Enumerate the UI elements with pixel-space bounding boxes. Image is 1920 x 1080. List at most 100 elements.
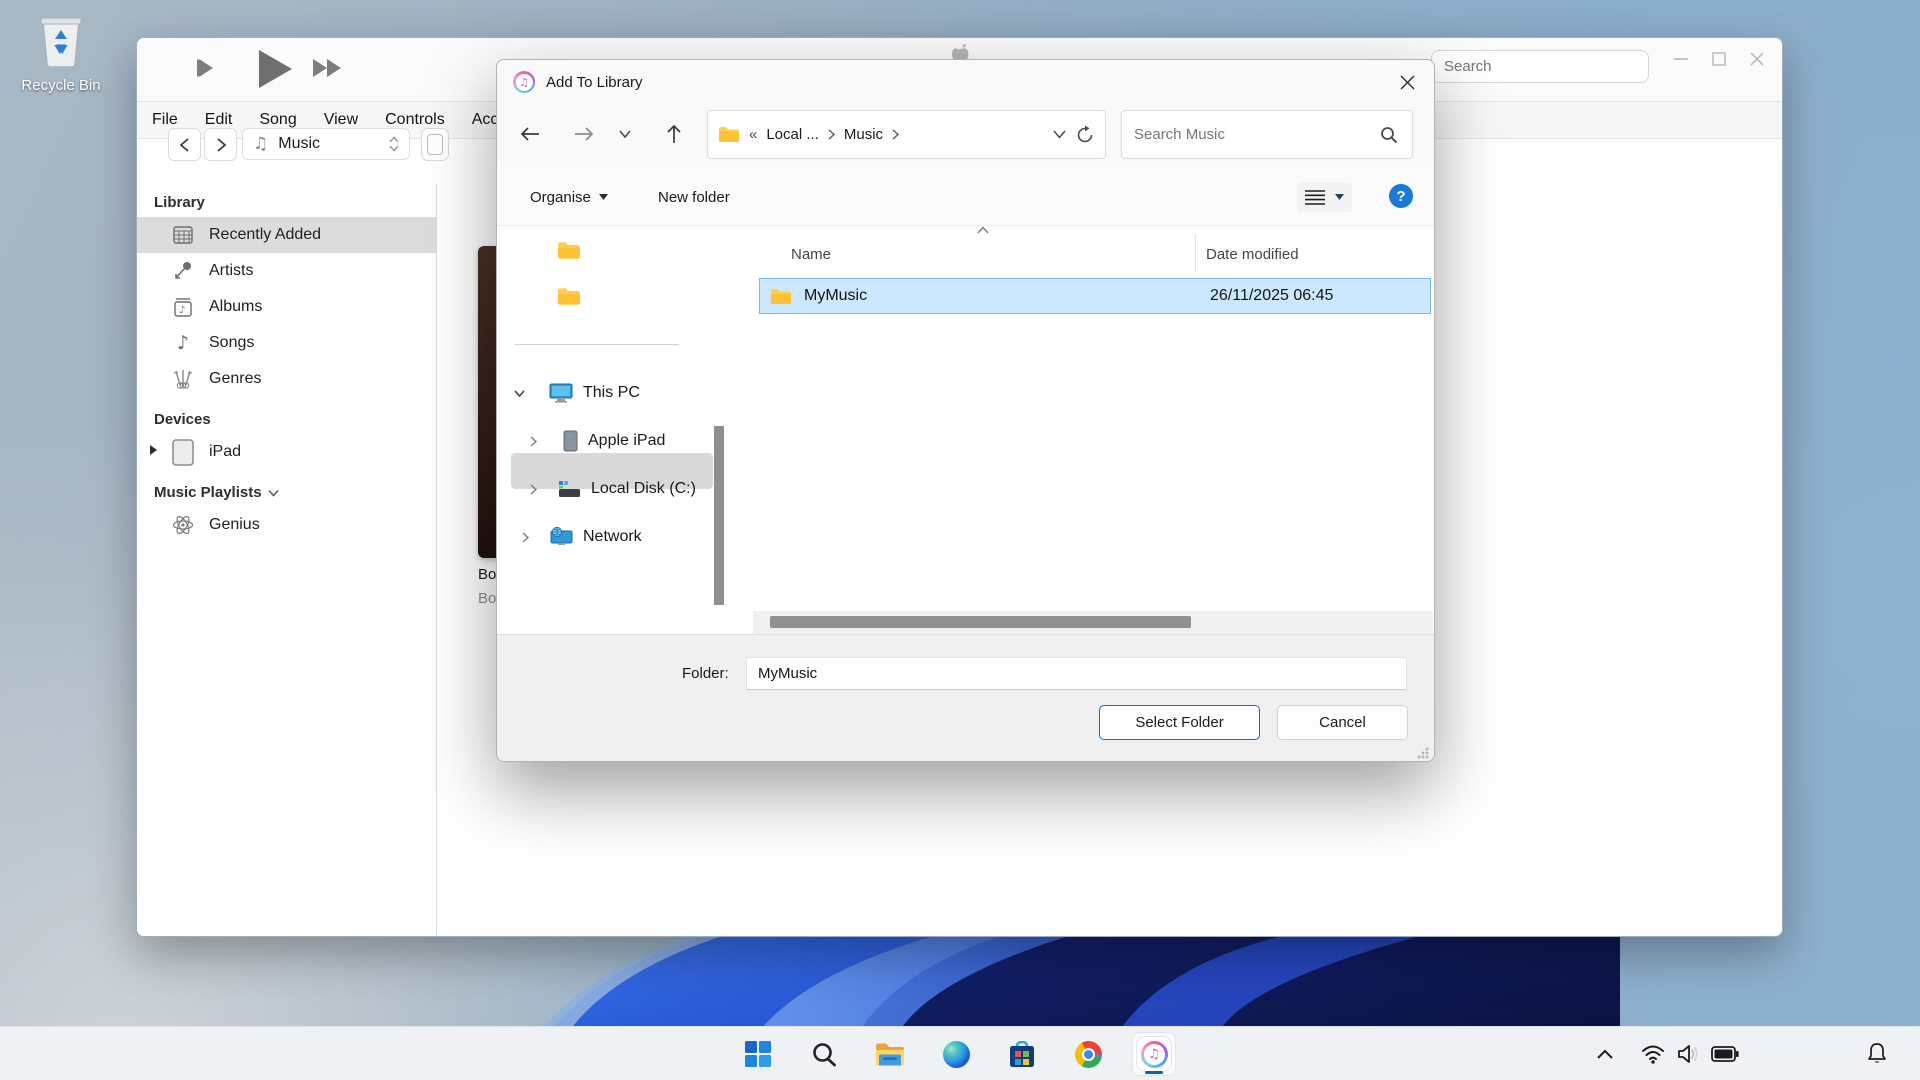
- media-picker-value: Music: [278, 135, 320, 153]
- sidebar-item-artists[interactable]: Artists: [137, 253, 436, 289]
- music-playlists-label: Music Playlists: [154, 484, 262, 501]
- breadcrumb-item-music[interactable]: Music: [844, 126, 883, 143]
- tree-item-this-pc[interactable]: This PC: [497, 375, 753, 411]
- menu-file[interactable]: File: [152, 111, 178, 129]
- chevron-down-icon[interactable]: [268, 489, 279, 497]
- sidebar-item-genres[interactable]: Genres: [137, 361, 436, 397]
- itunes-icon: ♫: [1137, 1037, 1171, 1071]
- disclosure-triangle-icon[interactable]: [149, 443, 158, 461]
- album-artist: Bo: [478, 590, 496, 607]
- file-explorer-icon: [875, 1041, 905, 1067]
- organise-label: Organise: [530, 189, 591, 206]
- minimize-button[interactable]: [1670, 48, 1692, 70]
- battery-icon: [1710, 1039, 1740, 1069]
- close-button[interactable]: [1746, 48, 1768, 70]
- view-options-button[interactable]: [1297, 182, 1352, 212]
- store-icon: [1009, 1041, 1035, 1068]
- cancel-button[interactable]: Cancel: [1277, 705, 1408, 740]
- fast-forward-button[interactable]: [313, 57, 343, 79]
- dialog-close-button[interactable]: [1392, 68, 1422, 96]
- store-button[interactable]: [1000, 1032, 1044, 1076]
- new-folder-button[interactable]: New folder: [650, 182, 738, 212]
- tree-scrollbar[interactable]: [714, 426, 724, 605]
- breadcrumb-item-local[interactable]: Local ...: [766, 126, 819, 143]
- chevron-collapsed-icon[interactable]: [525, 484, 541, 495]
- sidebar-item-genius[interactable]: Genius: [137, 507, 436, 543]
- nav-forward-button[interactable]: [566, 116, 602, 152]
- device-button[interactable]: [421, 128, 449, 161]
- dialog-body: This PC Apple iPad: [497, 226, 1434, 634]
- help-button[interactable]: ?: [1389, 184, 1413, 208]
- tree-label: This PC: [583, 384, 640, 402]
- nav-back-button[interactable]: [512, 116, 548, 152]
- maximize-button[interactable]: [1708, 48, 1730, 70]
- chevron-expanded-icon[interactable]: [511, 390, 527, 397]
- recycle-bin[interactable]: Recycle Bin: [16, 12, 106, 94]
- rewind-button[interactable]: [197, 57, 227, 79]
- sidebar-item-songs[interactable]: ♪ Songs: [137, 325, 436, 361]
- resize-grip[interactable]: [1417, 747, 1429, 759]
- column-separator[interactable]: [1195, 234, 1196, 272]
- refresh-icon[interactable]: [1075, 125, 1095, 145]
- breadcrumb-overflow[interactable]: «: [749, 126, 757, 143]
- itunes-search-input[interactable]: [1431, 50, 1649, 83]
- tray-status-group[interactable]: [1638, 1039, 1740, 1069]
- folder-name-input[interactable]: [746, 657, 1407, 690]
- horizontal-scrollbar[interactable]: [753, 611, 1433, 634]
- scrollbar-thumb[interactable]: [770, 616, 1191, 628]
- recent-locations-chevron[interactable]: [610, 116, 640, 152]
- breadcrumb[interactable]: « Local ... Music: [707, 110, 1106, 159]
- new-folder-label: New folder: [658, 189, 730, 206]
- organise-button[interactable]: Organise: [522, 182, 616, 212]
- dropdown-caret-icon: [1335, 194, 1344, 200]
- menu-edit[interactable]: Edit: [205, 111, 233, 129]
- devices-header: Devices: [137, 397, 436, 434]
- address-dropdown-chevron[interactable]: [1053, 130, 1066, 139]
- search-icon[interactable]: [1380, 126, 1398, 144]
- column-date-modified[interactable]: Date modified: [1206, 246, 1299, 263]
- notification-bell-icon[interactable]: [1862, 1039, 1892, 1069]
- back-button[interactable]: [168, 128, 201, 161]
- menu-controls[interactable]: Controls: [385, 111, 445, 129]
- chevron-collapsed-icon[interactable]: [525, 436, 541, 447]
- play-button[interactable]: [256, 49, 294, 89]
- itunes-button[interactable]: ♫: [1132, 1032, 1176, 1076]
- tray-chevron-up-icon[interactable]: [1590, 1039, 1620, 1069]
- file-explorer-button[interactable]: [868, 1032, 912, 1076]
- start-button[interactable]: [736, 1032, 780, 1076]
- sidebar-item-label: Albums: [209, 298, 262, 316]
- edge-icon: [943, 1041, 970, 1068]
- file-row-mymusic[interactable]: MyMusic 26/11/2025 06:45: [759, 278, 1431, 314]
- file-name: MyMusic: [804, 287, 867, 305]
- tree-item-folder[interactable]: [497, 278, 753, 314]
- recently-added-icon: [171, 226, 195, 244]
- dialog-search-input[interactable]: [1134, 111, 1364, 158]
- taskbar-search-button[interactable]: [802, 1032, 846, 1076]
- genres-icon: [171, 369, 195, 389]
- media-picker[interactable]: ♫ Music: [242, 128, 410, 160]
- sidebar-item-label: Genius: [209, 516, 260, 534]
- chevron-collapsed-icon[interactable]: [517, 532, 533, 543]
- library-header: Library: [137, 184, 436, 217]
- dialog-search-box[interactable]: [1121, 110, 1413, 159]
- sidebar-item-recently-added[interactable]: Recently Added: [137, 217, 436, 253]
- sidebar-item-label: Artists: [209, 262, 253, 280]
- song-note-icon: ♪: [171, 332, 195, 354]
- chrome-button[interactable]: [1066, 1032, 1110, 1076]
- sidebar-item-ipad[interactable]: iPad: [137, 434, 436, 470]
- file-date: 26/11/2025 06:45: [1210, 287, 1333, 305]
- tree-item-folder[interactable]: [497, 232, 753, 268]
- edge-button[interactable]: [934, 1032, 978, 1076]
- menu-song[interactable]: Song: [259, 111, 296, 129]
- nav-up-button[interactable]: [656, 116, 692, 152]
- select-folder-button[interactable]: Select Folder: [1099, 705, 1260, 740]
- desktop: Recycle Bin File: [0, 0, 1920, 1080]
- forward-button[interactable]: [204, 128, 237, 161]
- album-icon: ♪: [171, 297, 195, 317]
- sidebar-item-albums[interactable]: ♪ Albums: [137, 289, 436, 325]
- folder-icon: [557, 287, 581, 306]
- menu-view[interactable]: View: [324, 111, 358, 129]
- tree-label: Apple iPad: [588, 432, 665, 450]
- column-name[interactable]: Name: [791, 246, 831, 263]
- taskbar: ♫: [0, 1026, 1920, 1080]
